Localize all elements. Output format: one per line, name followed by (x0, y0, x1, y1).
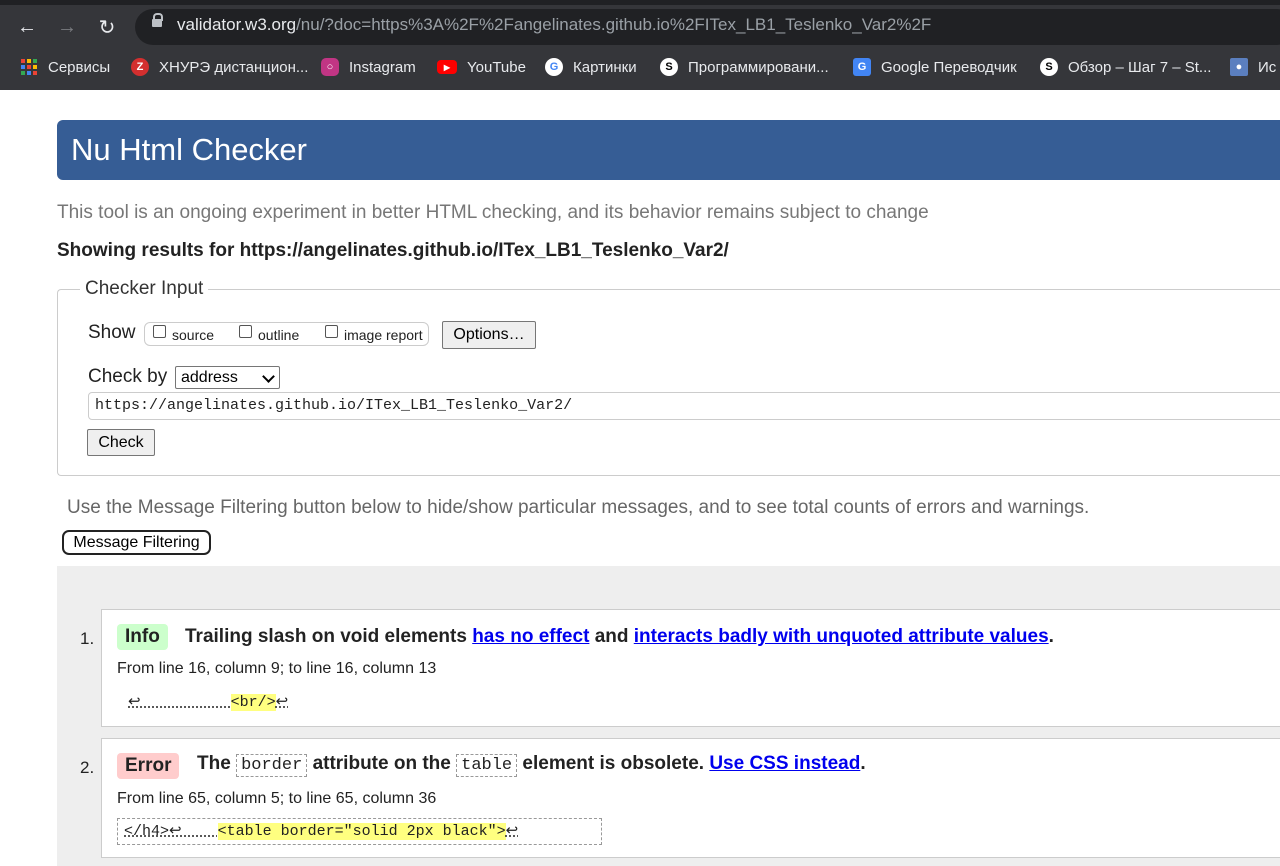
code-table: table (456, 754, 518, 777)
nure-icon: Z (131, 58, 149, 76)
instagram-icon: ○ (321, 58, 339, 76)
message-number: 1. (80, 629, 95, 648)
outline-checkbox-label[interactable]: outline (258, 327, 299, 343)
checker-input-legend: Checker Input (80, 278, 209, 300)
message-location: From line 65, column 5; to line 65, colu… (117, 790, 437, 807)
url-input[interactable]: https://angelinates.github.io/ITex_LB1_T… (88, 392, 1280, 420)
message-text-part: The (197, 753, 231, 774)
stepik-icon: S (1040, 58, 1058, 76)
check-by-value: address (181, 369, 238, 386)
back-icon[interactable]: ← (12, 12, 42, 42)
message-text-part: . (860, 753, 866, 774)
extract-text: </h4>↩ (124, 823, 218, 840)
code-border: border (236, 754, 308, 777)
bookmark-google-translate[interactable]: G Google Переводчик (853, 52, 1017, 82)
message-filtering-button[interactable]: Message Filtering (62, 530, 211, 555)
bookmark-youtube[interactable]: ▶ YouTube (437, 52, 526, 82)
bookmark-label: ХНУРЭ дистанцион... (159, 58, 309, 76)
has-no-effect-link[interactable]: has no effect (472, 626, 589, 647)
filter-note: Use the Message Filtering button below t… (67, 497, 1090, 518)
page-banner: Nu Html Checker (57, 120, 1280, 180)
extract-highlight: <table border="solid 2px black"> (217, 823, 506, 840)
bookmark-label: Ис (1258, 58, 1277, 76)
showing-results-heading: Showing results for https://angelinates.… (57, 240, 729, 261)
check-by-select[interactable]: address (175, 366, 280, 389)
bookmark-programming[interactable]: S Программировани... (660, 52, 829, 82)
message-location: From line 16, column 9; to line 16, colu… (117, 660, 437, 677)
show-label: Show (88, 322, 136, 343)
message-text-part: Trailing slash on void elements (185, 626, 467, 647)
image-report-checkbox-label[interactable]: image report (344, 327, 423, 343)
message-text-part: . (1048, 626, 1054, 647)
outline-checkbox[interactable] (239, 325, 252, 338)
message-number: 2. (80, 758, 95, 777)
bookmark-label: Instagram (349, 58, 416, 76)
extract-text: ↩ (128, 694, 231, 711)
message-text: The border attribute on the table elemen… (197, 753, 866, 777)
youtube-icon: ▶ (437, 60, 457, 74)
google-icon: G (545, 58, 563, 76)
extract-highlight: <br/> (230, 694, 276, 711)
stepik-icon: S (660, 58, 678, 76)
bookmark-nure[interactable]: Z ХНУРЭ дистанцион... (131, 52, 308, 82)
bookmark-label: YouTube (467, 58, 526, 76)
tab-strip (0, 0, 1280, 5)
source-checkbox[interactable] (153, 325, 166, 338)
tagline: This tool is an ongoing experiment in be… (57, 202, 929, 223)
bookmark-stepik-step[interactable]: S Обзор – Шаг 7 – St... (1040, 52, 1211, 82)
message-text-part: attribute on the (312, 753, 451, 774)
bookmark-site[interactable]: ● Ис (1230, 52, 1276, 82)
message-text-part: and (594, 626, 629, 647)
lock-icon[interactable] (152, 13, 163, 27)
info-badge: Info (117, 624, 168, 650)
address-bar-url[interactable]: validator.w3.org/nu/?doc=https%3A%2F%2Fa… (177, 15, 931, 35)
page-title: Nu Html Checker (71, 132, 307, 167)
forward-icon[interactable]: → (52, 12, 82, 42)
bookmark-label: Сервисы (48, 58, 111, 76)
extract-text: ↩ (505, 823, 519, 840)
check-button[interactable]: Check (87, 429, 155, 456)
browser-chrome: ← → ↻ validator.w3.org/nu/?doc=https%3A%… (0, 0, 1280, 90)
reload-icon[interactable]: ↻ (92, 12, 122, 42)
bookmark-services[interactable]: Сервисы (20, 52, 110, 82)
google-translate-icon: G (853, 58, 871, 76)
bookmark-label: Программировани... (688, 58, 829, 76)
bookmark-images[interactable]: G Картинки (545, 52, 637, 82)
interacts-badly-link[interactable]: interacts badly with unquoted attribute … (634, 626, 1049, 647)
extract-text: ↩ (275, 694, 289, 711)
bookmark-instagram[interactable]: ○ Instagram (321, 52, 416, 82)
source-checkbox-label[interactable]: source (172, 327, 214, 343)
image-report-checkbox[interactable] (325, 325, 338, 338)
apps-grid-icon (20, 58, 38, 76)
code-extract: ↩ <br/>↩ (128, 692, 288, 711)
message-text: Trailing slash on void elements has no e… (185, 626, 1054, 648)
bookmark-label: Google Переводчик (881, 58, 1017, 76)
use-css-instead-link[interactable]: Use CSS instead (709, 753, 860, 774)
code-extract: </h4>↩ <table border="solid 2px black">↩ (117, 818, 602, 845)
options-button[interactable]: Options… (442, 321, 536, 349)
bookmark-label: Обзор – Шаг 7 – St... (1068, 58, 1212, 76)
site-icon: ● (1230, 58, 1248, 76)
message-text-part: element is obsolete. (522, 753, 705, 774)
check-by-label: Check by (88, 366, 168, 387)
chevron-down-icon (262, 370, 275, 383)
bookmark-label: Картинки (573, 58, 637, 76)
error-badge: Error (117, 753, 180, 779)
